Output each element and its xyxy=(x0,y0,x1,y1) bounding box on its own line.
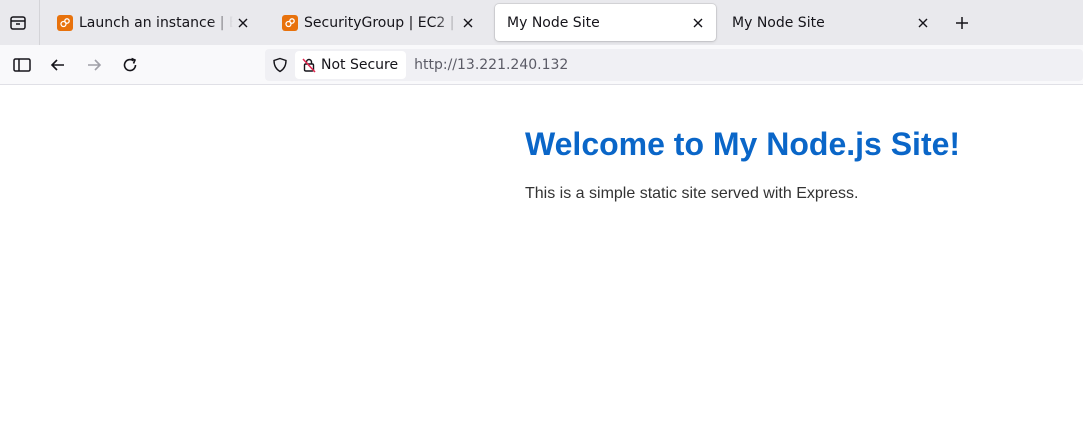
close-icon[interactable] xyxy=(458,13,478,33)
firefox-view-button[interactable] xyxy=(0,0,36,45)
url-text[interactable]: http://13.221.240.132 xyxy=(414,57,568,73)
reload-button[interactable] xyxy=(118,53,142,77)
tab-my-node-site[interactable]: My Node Site xyxy=(720,4,941,41)
tab-security-group[interactable]: SecurityGroup | EC2 | us-east-1 xyxy=(270,4,486,41)
page-description: This is a simple static site served with… xyxy=(525,185,859,202)
connection-security-indicator[interactable]: Not Secure xyxy=(295,51,407,79)
tab-title: Launch an instance | EC2 | us-east-1 xyxy=(79,14,233,31)
back-button[interactable] xyxy=(46,53,70,77)
close-icon[interactable] xyxy=(688,13,708,33)
tab-my-node-site-active[interactable]: My Node Site xyxy=(495,4,716,41)
page-content: Welcome to My Node.js Site! This is a si… xyxy=(0,86,1083,441)
security-label: Not Secure xyxy=(321,57,399,73)
sidebar-icon xyxy=(13,58,31,72)
close-icon[interactable] xyxy=(233,13,253,33)
address-bar[interactable]: Not Secure http://13.221.240.132 xyxy=(265,49,1083,81)
tab-separator xyxy=(39,0,40,45)
forward-button[interactable] xyxy=(82,53,106,77)
tab-title: My Node Site xyxy=(507,14,600,31)
tracking-protection-button[interactable] xyxy=(265,57,295,73)
page-heading: Welcome to My Node.js Site! xyxy=(525,126,961,162)
new-tab-button[interactable] xyxy=(951,12,973,34)
tab-launch-instance[interactable]: Launch an instance | EC2 | us-east-1 xyxy=(45,4,261,41)
tab-title: SecurityGroup | EC2 | us-east-1 xyxy=(304,14,458,31)
tab-strip: Launch an instance | EC2 | us-east-1 Sec… xyxy=(0,0,1083,45)
forward-arrow-icon xyxy=(88,59,102,71)
aws-ec2-icon xyxy=(57,14,73,31)
tab-list-icon xyxy=(10,15,26,30)
navigation-bar: Not Secure http://13.221.240.132 xyxy=(0,45,1083,85)
insecure-lock-icon xyxy=(302,58,316,73)
reload-icon xyxy=(123,57,137,72)
close-icon[interactable] xyxy=(913,13,933,33)
plus-icon xyxy=(956,17,968,29)
shield-icon xyxy=(273,57,287,73)
aws-ec2-icon xyxy=(282,14,298,31)
sidebar-button[interactable] xyxy=(10,53,34,77)
back-arrow-icon xyxy=(50,59,64,71)
tab-title: My Node Site xyxy=(732,14,825,31)
